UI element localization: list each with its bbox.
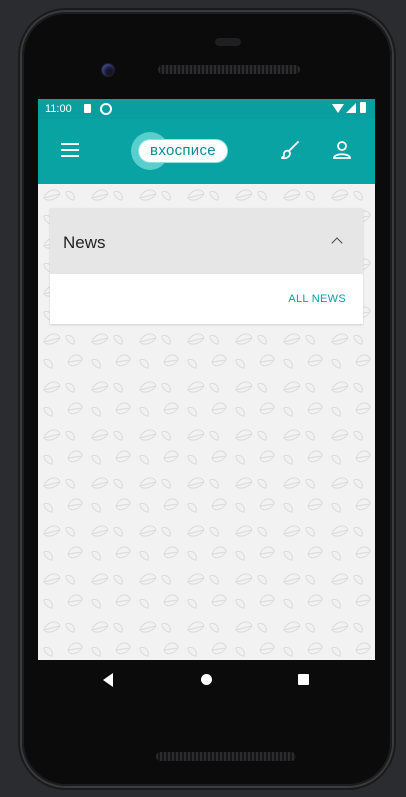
top-speaker: [158, 65, 300, 74]
signal-icon: [346, 103, 356, 113]
hamburger-menu-icon[interactable]: [61, 143, 79, 157]
home-icon[interactable]: [201, 674, 212, 685]
status-time: 11:00: [45, 103, 72, 115]
bottom-speaker: [156, 752, 296, 761]
screen: 11:00 вхосписе News ALL NEWS: [38, 99, 375, 660]
battery-icon: [360, 102, 366, 113]
earpiece: [215, 38, 241, 46]
system-navigation-bar: [38, 660, 375, 700]
app-logo: вхосписе: [131, 132, 231, 170]
sd-card-icon: [84, 104, 91, 113]
sync-icon: [100, 103, 112, 115]
recents-icon[interactable]: [298, 674, 309, 685]
news-card-header[interactable]: News: [50, 208, 363, 274]
chevron-up-icon[interactable]: [331, 237, 343, 249]
content-area: News ALL NEWS: [38, 184, 375, 660]
status-bar: 11:00: [38, 99, 375, 119]
all-news-link[interactable]: ALL NEWS: [288, 293, 346, 305]
news-card-body: ALL NEWS: [50, 274, 363, 324]
back-icon[interactable]: [103, 673, 113, 687]
front-camera: [102, 64, 114, 76]
wifi-icon: [332, 104, 344, 113]
brush-icon[interactable]: [279, 139, 301, 161]
logo-text: вхосписе: [150, 142, 216, 159]
account-icon[interactable]: [331, 139, 353, 161]
news-card: News ALL NEWS: [50, 208, 363, 324]
app-bar: вхосписе: [38, 119, 375, 184]
news-card-title: News: [63, 233, 106, 252]
